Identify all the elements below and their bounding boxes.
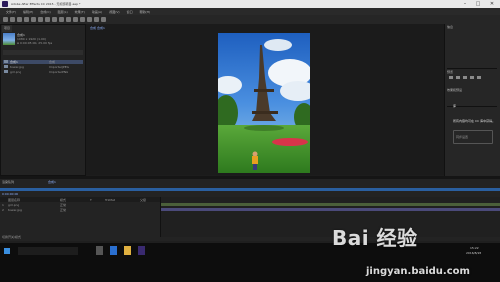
libraries-button-label: 同步设置 [456, 135, 469, 139]
edge-icon[interactable] [110, 246, 117, 255]
brush-icon[interactable] [73, 17, 78, 22]
project-row-name: 合成1 [10, 60, 18, 64]
menu-window[interactable]: 窗口 [127, 10, 133, 14]
next-frame-icon[interactable] [470, 76, 474, 79]
libraries-button[interactable]: 同步设置 [453, 130, 493, 144]
eraser-icon[interactable] [87, 17, 92, 22]
pen-icon[interactable] [59, 17, 64, 22]
menu-layer[interactable]: 图层(L) [58, 10, 68, 14]
layer-bar[interactable] [161, 208, 500, 211]
image-icon [4, 65, 8, 68]
zoom-icon[interactable] [24, 17, 29, 22]
project-row[interactable]: girl.png ImporterPNG [3, 70, 83, 74]
project-thumbnail [3, 33, 15, 45]
comp-image [214, 33, 316, 173]
taskbar-clock[interactable]: 15:22 [470, 246, 479, 250]
after-effects-icon [2, 1, 8, 7]
menu-animation[interactable]: 动画(A) [92, 10, 102, 14]
menu-composition[interactable]: 合成(C) [40, 10, 50, 14]
maximize-button[interactable]: □ [473, 1, 483, 7]
layer-bar[interactable] [161, 203, 500, 206]
last-frame-icon[interactable] [477, 76, 481, 79]
layer-name: girl.png [8, 203, 20, 207]
after-effects-taskbar-icon[interactable] [138, 246, 145, 255]
menu-edit[interactable]: 编辑(E) [23, 10, 33, 14]
baidu-jingyan-url: jingyan.baidu.com [366, 266, 470, 277]
info-content [447, 30, 497, 69]
layer-mode[interactable]: 正常 [60, 203, 66, 207]
project-row[interactable]: tower.jpg ImporterJPEG [3, 65, 83, 69]
col-layer-name: 图层名称 [8, 198, 21, 202]
project-row-name: girl.png [10, 70, 22, 74]
libraries-title: 库 [453, 104, 457, 108]
col-parent: 父级 [140, 198, 147, 202]
title-bar: Adobe After Effects CC 2015 - 无标题项目.aep … [0, 0, 500, 8]
layer-num: 2 [2, 208, 4, 212]
project-panel: 项目 合成1 1080 x 1920 (1.00) Δ 0:00:05:00, … [0, 24, 86, 176]
menu-help[interactable]: 帮助(H) [140, 10, 151, 14]
play-icon[interactable] [463, 76, 467, 79]
layer-num: 1 [2, 203, 4, 207]
project-row-type: ImporterJPEG [49, 65, 69, 69]
layer-name: tower.jpg [8, 208, 22, 212]
project-row-type: 合成 [49, 60, 56, 64]
timeline-time[interactable]: 0:00:00:00 [2, 192, 18, 196]
pan-icon[interactable] [45, 17, 50, 22]
info-tab[interactable]: 信息 [447, 25, 453, 29]
rotate-icon[interactable] [31, 17, 36, 22]
project-row[interactable]: 合成1 合成 [3, 60, 83, 64]
rect-icon[interactable] [52, 17, 57, 22]
composition-frame[interactable] [214, 33, 316, 173]
first-frame-icon[interactable] [449, 76, 453, 79]
timeline-comp-tab[interactable]: 合成1 [48, 180, 56, 184]
camera-icon[interactable] [38, 17, 43, 22]
image-icon [4, 70, 8, 73]
pin-icon[interactable] [101, 17, 106, 22]
task-view-icon[interactable] [96, 246, 103, 255]
close-button[interactable]: ✕ [487, 1, 497, 7]
col-mode: 模式 [60, 198, 67, 202]
text-icon[interactable] [66, 17, 71, 22]
baidu-jingyan-logo: Bai 经验 [332, 226, 418, 250]
menu-file[interactable]: 文件(F) [6, 10, 16, 14]
hand-icon[interactable] [17, 17, 22, 22]
windows-start-icon[interactable] [4, 248, 10, 254]
minimize-button[interactable]: – [460, 1, 470, 7]
libraries-desc: 所有内容均可在 CC 库中获得。 [453, 119, 496, 123]
menu-bar: 文件(F) 编辑(E) 合成(C) 图层(L) 效果(T) 动画(A) 视图(V… [0, 8, 500, 15]
window-title: Adobe After Effects CC 2015 - 无标题项目.aep … [11, 2, 81, 6]
project-row-name: tower.jpg [10, 65, 24, 69]
toggle-switches[interactable]: 切换开关/模式 [2, 235, 21, 239]
prev-frame-icon[interactable] [456, 76, 460, 79]
project-tab[interactable]: 项目 [2, 25, 13, 32]
stamp-icon[interactable] [80, 17, 85, 22]
taskbar-date[interactable]: 2016/8/26 [466, 251, 481, 255]
timeline-ruler[interactable] [0, 188, 500, 191]
viewer-comp-tab[interactable]: 合成 合成1 [90, 26, 105, 30]
project-item-duration: Δ 0:00:05:00, 25.00 fps [17, 41, 53, 45]
project-row-type: ImporterPNG [49, 70, 69, 74]
effects-tab[interactable]: 效果和预设 [447, 88, 462, 92]
roto-icon[interactable] [94, 17, 99, 22]
right-panel: 信息 预览 效果和预设 库 所有内容均可在 CC 库中获得。 同步设置 [444, 24, 500, 176]
col-trkmat: TrkMat [105, 198, 115, 202]
render-queue-tab[interactable]: 渲染队列 [2, 180, 14, 184]
layer-mode[interactable]: 正常 [60, 208, 66, 212]
menu-effect[interactable]: 效果(T) [75, 10, 85, 14]
timeline-panel: 渲染队列 合成1 0:00:00:00 图层名称 模式 T TrkMat 父级 … [0, 179, 500, 241]
menu-view[interactable]: 视图(V) [109, 10, 119, 14]
search-box[interactable] [18, 247, 78, 255]
project-search[interactable] [3, 50, 83, 55]
explorer-icon[interactable] [124, 246, 131, 255]
preview-tab[interactable]: 预览 [447, 70, 453, 74]
comp-icon [4, 60, 8, 63]
col-t: T [90, 198, 92, 202]
arrow-icon[interactable] [10, 17, 15, 22]
home-icon[interactable] [3, 17, 8, 22]
timeline-tracks[interactable] [160, 197, 500, 237]
